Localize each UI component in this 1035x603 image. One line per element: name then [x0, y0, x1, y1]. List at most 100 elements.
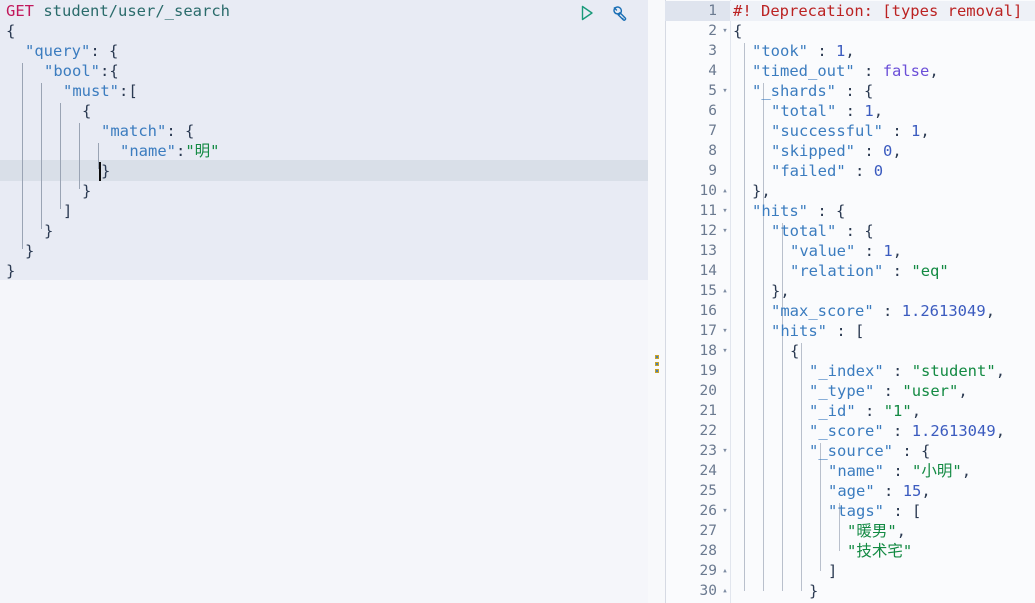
response-line[interactable]: 23 ▾ "_source" : { [665, 441, 1035, 461]
response-line[interactable]: 14 "relation" : "eq" [665, 261, 1035, 281]
line-number: 15 [699, 283, 717, 299]
line-number: 19 [699, 363, 717, 379]
response-line[interactable]: 5 ▾ "_shards" : { [665, 81, 1035, 101]
request-line[interactable]: ] [0, 201, 648, 221]
response-line[interactable]: 18 ▾ { [665, 341, 1035, 361]
response-line[interactable]: 26 ▾ "tags" : [ [665, 501, 1035, 521]
fold-collapse-icon[interactable]: ▾ [720, 201, 730, 221]
response-line[interactable]: 25 "age" : 15, [665, 481, 1035, 501]
request-line[interactable]: "match": { [0, 121, 648, 141]
line-number: 11 [699, 203, 717, 219]
response-output-pane[interactable]: 1 #! Deprecation: [types removal] 2 ▾{3 "too… [665, 0, 1035, 603]
response-line[interactable]: 16 "max_score" : 1.2613049, [665, 301, 1035, 321]
response-line[interactable]: 2 ▾{ [665, 21, 1035, 41]
response-line[interactable]: 1 #! Deprecation: [types removal] [665, 1, 1035, 21]
line-number: 23 [699, 443, 717, 459]
line-number: 30 [699, 583, 717, 599]
response-line[interactable]: 12 ▾ "total" : { [665, 221, 1035, 241]
line-number: 24 [699, 463, 717, 479]
request-line[interactable]: { [0, 21, 648, 41]
line-number: 7 [708, 123, 717, 139]
response-line[interactable]: 6 "total" : 1, [665, 101, 1035, 121]
response-line[interactable]: 30 ▴} [665, 581, 1035, 601]
response-line[interactable]: 17 ▾ "hits" : [ [665, 321, 1035, 341]
fold-collapse-icon[interactable]: ▾ [720, 21, 730, 41]
fold-expand-icon[interactable]: ▴ [720, 561, 730, 581]
request-line[interactable]: "query": { [0, 41, 648, 61]
response-line[interactable]: 22 "_score" : 1.2613049, [665, 421, 1035, 441]
line-number: 13 [699, 243, 717, 259]
line-number: 8 [708, 143, 717, 159]
response-line[interactable]: 7 "successful" : 1, [665, 121, 1035, 141]
line-number: 14 [699, 263, 717, 279]
response-line[interactable]: 4 "timed_out" : false, [665, 61, 1035, 81]
request-line[interactable]: "name":"明" [0, 141, 648, 161]
response-code: "total" : 1, [771, 102, 884, 120]
fold-collapse-icon[interactable]: ▾ [720, 441, 730, 461]
line-number: 26 [699, 503, 717, 519]
response-code: "hits" : { [752, 202, 846, 220]
request-line[interactable]: } [0, 261, 648, 281]
fold-collapse-icon[interactable]: ▾ [720, 501, 730, 521]
response-code: "took" : 1, [752, 42, 855, 60]
grip-dots-icon[interactable] [654, 355, 659, 373]
response-code: }, [771, 282, 790, 300]
fold-expand-icon[interactable]: ▴ [720, 181, 730, 201]
request-line[interactable]: } [0, 241, 648, 261]
request-line[interactable]: "bool":{ [0, 61, 648, 81]
response-line[interactable]: 15 ▴}, [665, 281, 1035, 301]
send-request-button[interactable] [576, 2, 598, 24]
response-line[interactable]: 3 "took" : 1, [665, 41, 1035, 61]
response-code: "_id" : "1", [809, 402, 922, 420]
fold-collapse-icon[interactable]: ▾ [720, 81, 730, 101]
line-number: 5 [708, 83, 717, 99]
request-editor-pane[interactable]: GET student/user/_search{"query": {"bool… [0, 0, 648, 603]
response-line[interactable]: 28 "技术宅" [665, 541, 1035, 561]
response-line[interactable]: 21 "_id" : "1", [665, 401, 1035, 421]
request-path: student/user/_search [43, 2, 230, 20]
request-line[interactable]: "must":[ [0, 81, 648, 101]
fold-collapse-icon[interactable]: ▾ [720, 321, 730, 341]
response-code: "value" : 1, [790, 242, 903, 260]
request-editor-lines[interactable]: GET student/user/_search{"query": {"bool… [0, 0, 648, 603]
response-line[interactable]: 10 ▴}, [665, 181, 1035, 201]
response-code: "_index" : "student", [809, 362, 1006, 380]
request-line[interactable]: GET student/user/_search [0, 1, 648, 21]
request-line[interactable]: { [0, 101, 648, 121]
response-line[interactable]: 24 "name" : "小明", [665, 461, 1035, 481]
response-line[interactable]: 19 "_index" : "student", [665, 361, 1035, 381]
fold-collapse-icon[interactable]: ▾ [720, 221, 730, 241]
request-line[interactable]: } [0, 221, 648, 241]
response-line[interactable]: 8 "skipped" : 0, [665, 141, 1035, 161]
response-line[interactable]: 29 ▴] [665, 561, 1035, 581]
response-code: "_shards" : { [752, 82, 874, 100]
response-code: "暖男", [847, 522, 907, 540]
response-code: "successful" : 1, [771, 122, 930, 140]
console-app: GET student/user/_search{"query": {"bool… [0, 0, 1035, 603]
request-line[interactable]: } [0, 161, 648, 181]
fold-collapse-icon[interactable]: ▾ [720, 341, 730, 361]
response-code: #! Deprecation: [types removal] [733, 2, 1023, 20]
response-line[interactable]: 27 "暖男", [665, 521, 1035, 541]
pane-splitter[interactable] [648, 0, 666, 603]
line-number: 21 [699, 403, 717, 419]
response-line[interactable]: 13 "value" : 1, [665, 241, 1035, 261]
response-line[interactable]: 11 ▾ "hits" : { [665, 201, 1035, 221]
response-code: "技术宅" [847, 542, 913, 560]
line-number: 25 [699, 483, 717, 499]
text-cursor [99, 162, 101, 181]
response-code: "skipped" : 0, [771, 142, 902, 160]
line-number: 12 [699, 223, 717, 239]
fold-expand-icon[interactable]: ▴ [720, 281, 730, 301]
response-code: ] [828, 562, 838, 580]
wrench-button[interactable] [608, 2, 630, 24]
fold-expand-icon[interactable]: ▴ [720, 581, 730, 601]
line-number: 18 [699, 343, 717, 359]
response-code: "hits" : [ [771, 322, 865, 340]
response-line[interactable]: 9 "failed" : 0 [665, 161, 1035, 181]
request-line[interactable]: } [0, 181, 648, 201]
response-code: "timed_out" : false, [752, 62, 939, 80]
response-line[interactable]: 20 "_type" : "user", [665, 381, 1035, 401]
response-code: "age" : 15, [828, 482, 931, 500]
line-number: 10 [699, 183, 717, 199]
